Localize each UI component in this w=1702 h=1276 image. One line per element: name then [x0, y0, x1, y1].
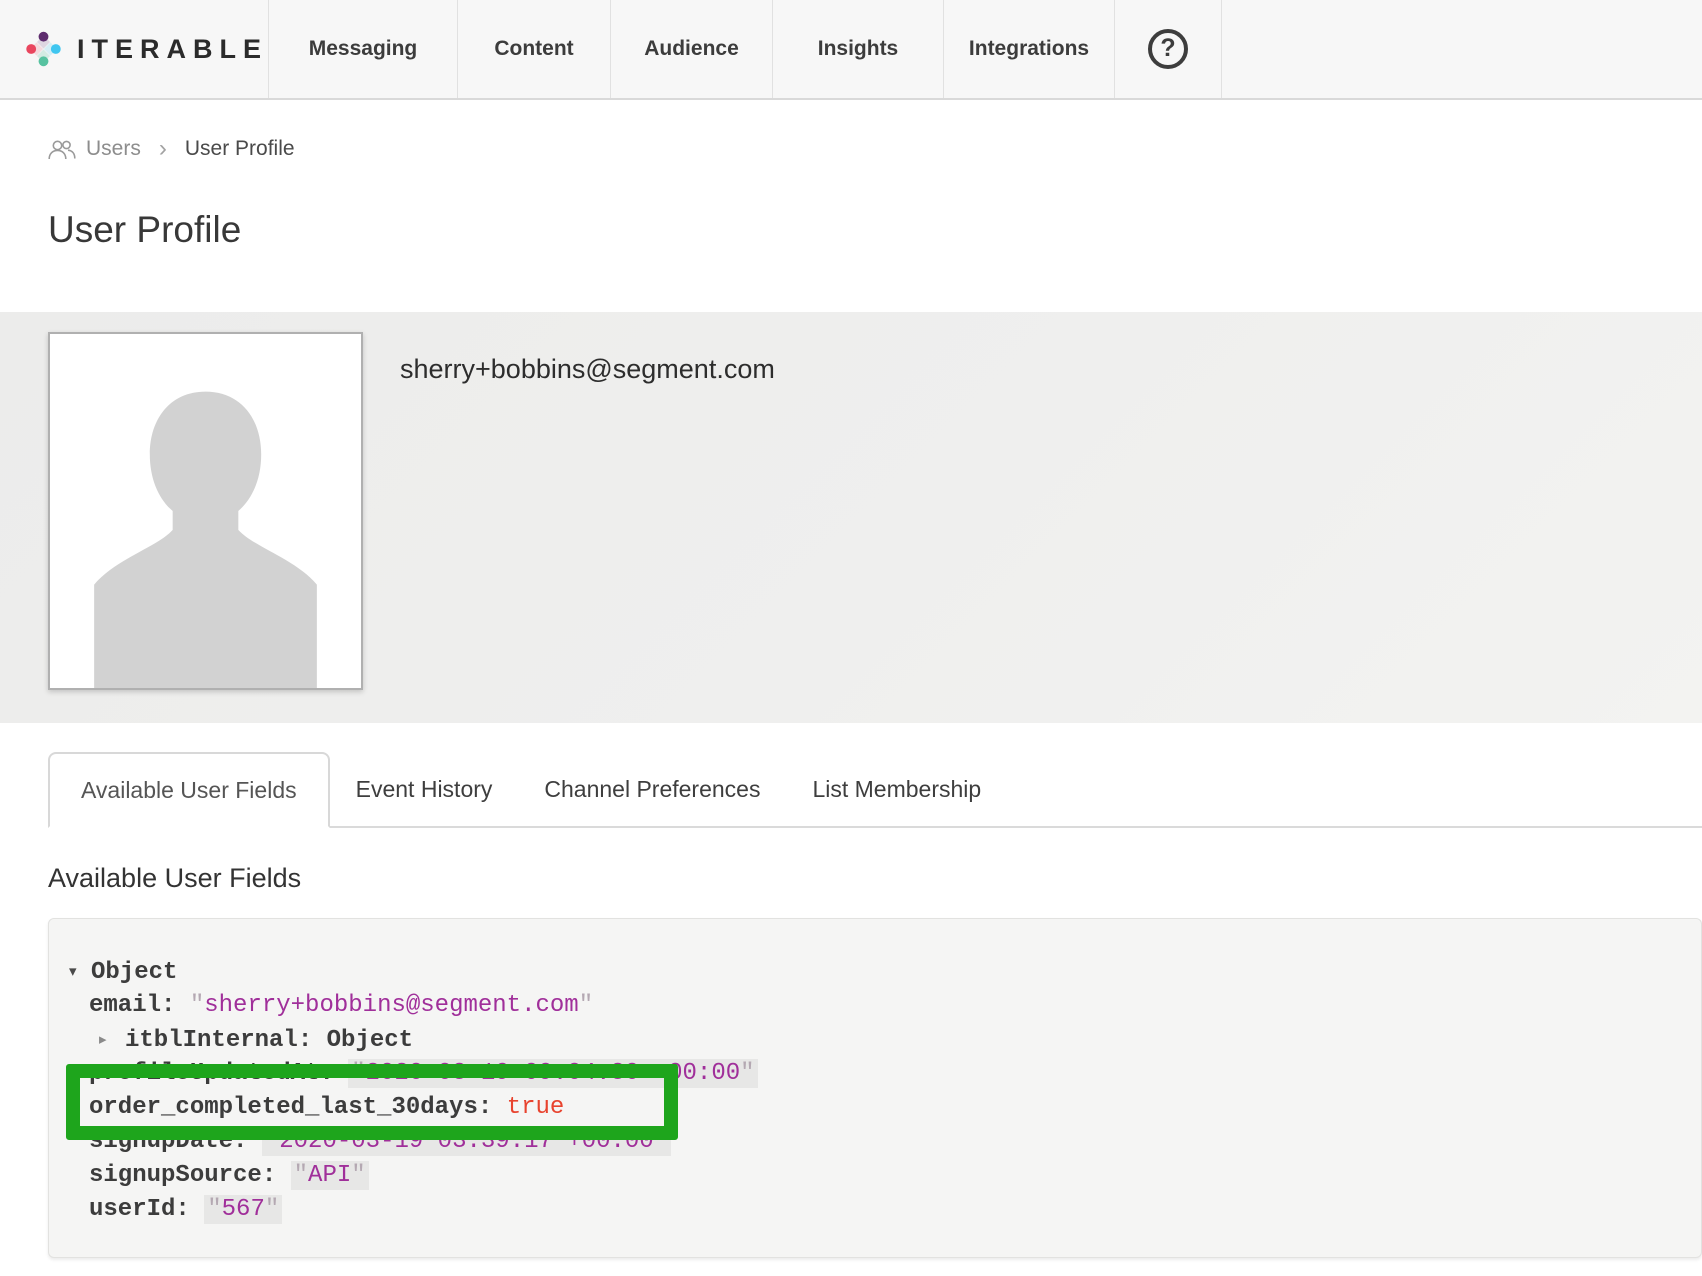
help-glyph: ?: [1160, 36, 1175, 61]
nav-item-insights[interactable]: Insights: [772, 0, 943, 98]
json-key: itblInternal: [125, 1027, 312, 1054]
json-row-order-completed: order_completed_last_30days true: [49, 1091, 1701, 1125]
json-key: email: [89, 992, 175, 1019]
json-key: order_completed_last_30days: [89, 1094, 492, 1121]
tab-event-history[interactable]: Event History: [330, 752, 519, 826]
breadcrumb-current: User Profile: [185, 137, 295, 161]
section-heading: Available User Fields: [48, 861, 1702, 895]
nav-menu: Messaging Content Audience Insights Inte…: [268, 0, 1222, 98]
nav-item-audience[interactable]: Audience: [610, 0, 772, 98]
tab-available-user-fields[interactable]: Available User Fields: [48, 752, 330, 828]
avatar: [48, 332, 363, 690]
json-row-object: ▾Object: [49, 955, 1701, 989]
breadcrumb: Users › User Profile: [48, 134, 1702, 164]
top-nav: ITERABLE Messaging Content Audience Insi…: [0, 0, 1702, 100]
page-title: User Profile: [48, 208, 1702, 252]
json-row-profileupdatedat: profileUpdatedAt 2020-03-19 09:04:30 +00…: [49, 1057, 1701, 1091]
json-string-value: 567: [204, 1195, 282, 1224]
profile-email: sherry+bobbins@segment.com: [400, 354, 775, 385]
brand-name: ITERABLE: [77, 34, 268, 65]
json-row-signupdate: signupDate 2020-03-19 03:39:17 +00:00: [49, 1125, 1701, 1159]
json-row-email: email sherry+bobbins@segment.com: [49, 989, 1701, 1023]
json-key: signupDate: [89, 1128, 247, 1155]
tab-channel-preferences[interactable]: Channel Preferences: [518, 752, 786, 826]
json-object-value: Object: [327, 1027, 413, 1054]
json-string-value: sherry+bobbins@segment.com: [190, 992, 593, 1019]
breadcrumb-users-label: Users: [86, 137, 141, 161]
collapse-arrow-icon[interactable]: ▾: [69, 955, 91, 989]
json-row-signupsource: signupSource API: [49, 1159, 1701, 1193]
users-icon: [48, 139, 76, 160]
help-icon: ?: [1148, 29, 1188, 69]
brand[interactable]: ITERABLE: [0, 0, 268, 98]
avatar-placeholder-icon: [50, 334, 361, 688]
json-string-value: 2020-03-19 03:39:17 +00:00: [262, 1127, 671, 1156]
json-key: profileUpdatedAt: [89, 1060, 334, 1087]
json-row-itblinternal: ▸itblInternal Object: [49, 1023, 1701, 1057]
json-boolean-value: true: [507, 1094, 565, 1121]
json-string-value: 2020-03-19 09:04:30 +00:00: [348, 1059, 757, 1088]
breadcrumb-users[interactable]: Users: [48, 137, 141, 161]
json-key: userId: [89, 1196, 190, 1223]
json-root-label: Object: [91, 959, 177, 986]
nav-item-content[interactable]: Content: [457, 0, 610, 98]
json-string-value: API: [291, 1161, 369, 1190]
json-row-userid: userId 567: [49, 1193, 1701, 1227]
iterable-logo-icon: [26, 17, 61, 81]
nav-item-messaging[interactable]: Messaging: [268, 0, 457, 98]
tab-bar: Available User Fields Event History Chan…: [48, 752, 1702, 828]
tab-list-membership[interactable]: List Membership: [786, 752, 1007, 826]
nav-item-integrations[interactable]: Integrations: [943, 0, 1114, 98]
help-button[interactable]: ?: [1114, 0, 1222, 98]
json-key: signupSource: [89, 1162, 276, 1189]
expand-arrow-icon[interactable]: ▸: [99, 1023, 125, 1057]
profile-banner: sherry+bobbins@segment.com: [0, 312, 1702, 723]
chevron-right-icon: ›: [159, 137, 167, 161]
user-fields-json: ▾Object email sherry+bobbins@segment.com…: [48, 918, 1702, 1258]
